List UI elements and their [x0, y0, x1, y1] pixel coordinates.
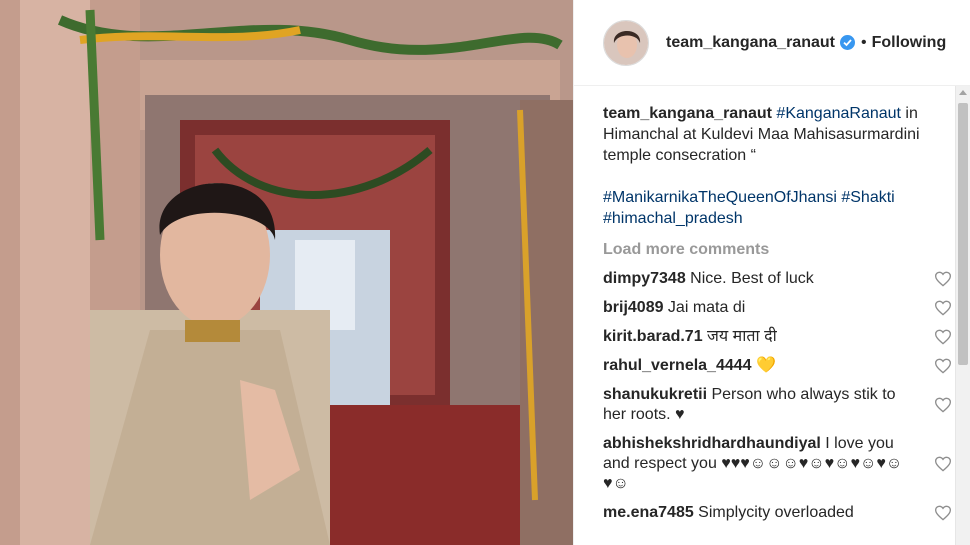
- comment-item: shanukukretii Person who always stik to …: [603, 385, 952, 425]
- post-header: team_kangana_ranaut • Following: [574, 0, 970, 86]
- comments-list: team_kangana_ranaut #KanganaRanaut in Hi…: [603, 103, 952, 523]
- post-photo: [0, 0, 573, 545]
- heart-icon[interactable]: [934, 456, 952, 472]
- comments-scrollbar[interactable]: [955, 86, 970, 545]
- comment-username[interactable]: rahul_vernela_4444: [603, 357, 752, 374]
- comment-text: Simplycity overloaded: [693, 504, 854, 521]
- comment-username[interactable]: kirit.barad.71: [603, 328, 703, 345]
- comment-item: me.ena7485 Simplycity overloaded: [603, 503, 952, 523]
- caption-username[interactable]: team_kangana_ranaut: [603, 105, 772, 122]
- hashtag-link[interactable]: #himachal_pradesh: [603, 210, 743, 227]
- load-more-comments-button[interactable]: Load more comments: [603, 240, 943, 260]
- comment-username[interactable]: me.ena7485: [603, 504, 694, 521]
- comment-item: dimpy7348 Nice. Best of luck: [603, 269, 952, 289]
- comment-text: जय माता दी: [702, 328, 777, 345]
- heart-icon[interactable]: [934, 358, 952, 374]
- heart-icon[interactable]: [934, 505, 952, 521]
- scroll-up-arrow-icon[interactable]: [959, 90, 967, 95]
- comment-text: Nice. Best of luck: [685, 270, 814, 287]
- verified-badge-icon: [839, 35, 855, 50]
- separator-dot: •: [860, 33, 867, 51]
- scroll-thumb[interactable]: [958, 103, 968, 365]
- heart-icon[interactable]: [934, 397, 952, 413]
- comment-username[interactable]: shanukukretii: [603, 386, 707, 403]
- heart-icon[interactable]: [934, 300, 952, 316]
- hashtag-link[interactable]: #ManikarnikaTheQueenOfJhansi: [603, 189, 837, 206]
- comment-text: 💛: [751, 357, 776, 374]
- post-username[interactable]: team_kangana_ranaut: [666, 34, 835, 52]
- hashtag-link[interactable]: #KanganaRanaut: [776, 105, 901, 122]
- post-detail-panel: team_kangana_ranaut • Following team_kan…: [573, 0, 970, 545]
- comment-item: kirit.barad.71 जय माता दी: [603, 327, 952, 347]
- comment-item: rahul_vernela_4444 💛: [603, 356, 952, 376]
- comment-username[interactable]: brij4089: [603, 299, 663, 316]
- heart-icon[interactable]: [934, 271, 952, 287]
- comment-text: Jai mata di: [663, 299, 746, 316]
- comment-username[interactable]: dimpy7348: [603, 270, 686, 287]
- hashtag-link[interactable]: #Shakti: [841, 189, 894, 206]
- caption: team_kangana_ranaut #KanganaRanaut in Hi…: [603, 103, 943, 166]
- avatar[interactable]: [603, 19, 649, 66]
- following-button[interactable]: Following: [872, 34, 947, 52]
- comment-item: brij4089 Jai mata di: [603, 298, 952, 318]
- comment-item: abhishekshridhardhaundiyal I love you an…: [603, 434, 952, 494]
- caption-hashtags: #ManikarnikaTheQueenOfJhansi #Shakti #hi…: [603, 187, 943, 229]
- comment-username[interactable]: abhishekshridhardhaundiyal: [603, 435, 821, 452]
- heart-icon[interactable]: [934, 329, 952, 345]
